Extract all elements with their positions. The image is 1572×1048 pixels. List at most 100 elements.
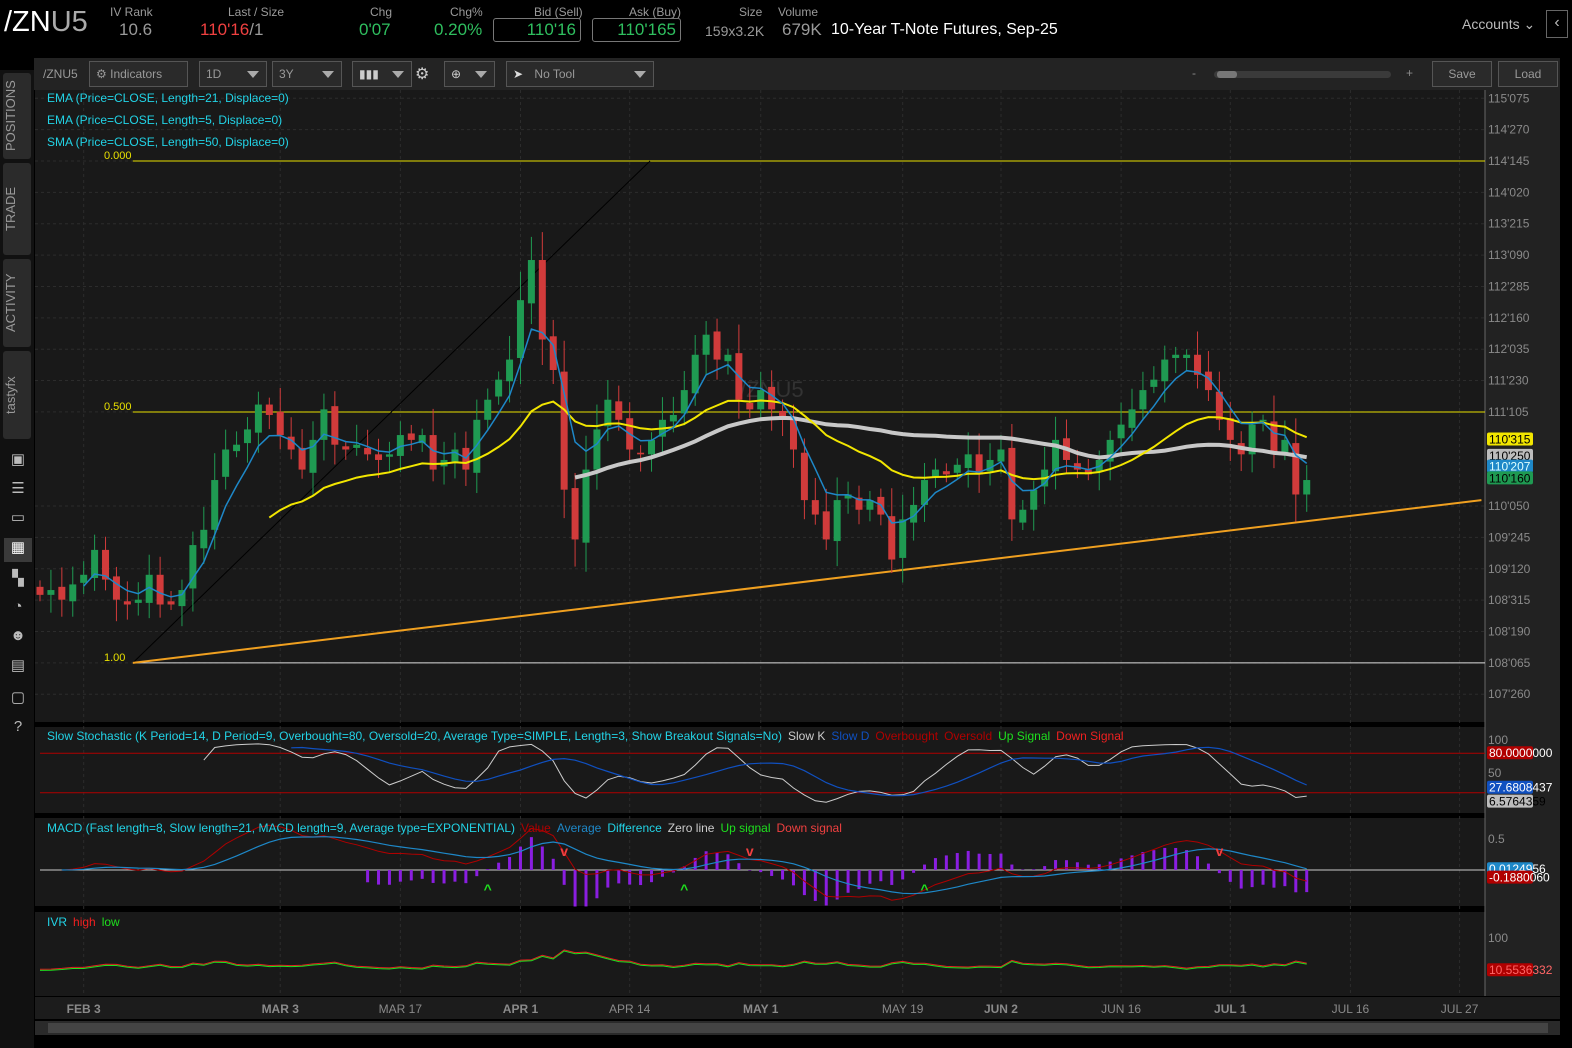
legend-ivr[interactable]: IVRhighlow — [47, 915, 126, 929]
macd-badge: -0.1880060 — [1489, 871, 1550, 885]
candle-body — [539, 260, 546, 339]
candle-body — [451, 450, 458, 462]
candle-body — [1019, 510, 1026, 523]
scrollbar-thumb[interactable] — [48, 1023, 1548, 1033]
macd-downsignal: Down signal — [777, 821, 842, 835]
price-tick-label: 107'260 — [1488, 687, 1531, 701]
candle-body — [353, 445, 360, 448]
price-tick-label: 108'190 — [1488, 624, 1531, 638]
candle-body — [637, 453, 644, 455]
price-tick-label: 109'245 — [1488, 530, 1531, 544]
price-chart[interactable]: 115'075114'270114'145114'020113'215113'0… — [0, 0, 1572, 1048]
candle-body — [593, 429, 600, 469]
stoch-title: Slow Stochastic (K Period=14, D Period=9… — [47, 729, 782, 743]
candle-body — [703, 335, 710, 355]
candle-body — [997, 450, 1004, 462]
candle-body — [1183, 355, 1190, 358]
candle-body — [113, 576, 120, 599]
macd-up-signal-icon: ^ — [680, 881, 688, 897]
candle-body — [670, 415, 677, 421]
macd-difference: Difference — [607, 821, 661, 835]
price-tick-label: 112'285 — [1488, 279, 1530, 293]
candle-body — [168, 601, 175, 604]
candle-body — [80, 575, 87, 583]
legend-ema21[interactable]: EMA (Price=CLOSE, Length=21, Displace=0) — [47, 91, 289, 105]
stoch-tick-label: 100 — [1488, 733, 1508, 747]
candle-body — [1150, 380, 1157, 387]
candle-body — [124, 601, 131, 604]
candle-body — [615, 401, 622, 419]
candle-body — [1139, 390, 1146, 409]
stoch-downsignal: Down Signal — [1056, 729, 1123, 743]
candle-body — [583, 470, 590, 543]
macd-down-signal-icon: v — [746, 843, 754, 859]
candle-body — [834, 500, 841, 541]
candle-body — [200, 530, 207, 548]
candle-body — [812, 500, 819, 514]
stoch-tick-label: 50 — [1488, 766, 1502, 780]
candle-body — [157, 575, 164, 605]
price-tick-label: 114'145 — [1488, 154, 1530, 168]
macd-value: Value — [521, 821, 551, 835]
price-tick-label: 112'035 — [1488, 342, 1530, 356]
candle-body — [801, 453, 808, 500]
candle-body — [965, 454, 972, 468]
date-tick-label: JUN 16 — [1101, 1002, 1141, 1016]
candle-body — [211, 480, 218, 530]
macd-down-signal-icon: v — [560, 843, 568, 859]
macd-up-signal-icon: ^ — [484, 881, 492, 897]
macd-title: MACD (Fast length=8, Slow length=21, MAC… — [47, 821, 515, 835]
price-tick-label: 111'105 — [1488, 405, 1529, 419]
candle-body — [1260, 420, 1267, 422]
fib-label: 0.500 — [104, 401, 132, 413]
candle-body — [648, 440, 655, 454]
price-tick-label: 111'230 — [1488, 374, 1529, 388]
candle-body — [1281, 440, 1288, 453]
candle-body — [266, 405, 273, 415]
candle-body — [1172, 355, 1179, 358]
legend-stochastic[interactable]: Slow Stochastic (K Period=14, D Period=9… — [47, 729, 1130, 743]
candle-body — [823, 511, 830, 539]
legend-ema5[interactable]: EMA (Price=CLOSE, Length=5, Displace=0) — [47, 113, 282, 127]
price-tick-label: 108'065 — [1488, 656, 1531, 670]
candle-body — [364, 448, 371, 454]
candle-body — [943, 471, 950, 474]
candle-body — [1129, 409, 1136, 427]
candle-body — [233, 445, 240, 451]
price-tick-label: 112'160 — [1488, 311, 1530, 325]
macd-tick-label: 0.5 — [1488, 832, 1505, 846]
candle-body — [1303, 480, 1310, 494]
candle-body — [1030, 490, 1037, 510]
candle-body — [714, 331, 721, 359]
candle-body — [135, 600, 142, 603]
candle-body — [954, 465, 961, 473]
fib-label: 1.00 — [104, 652, 125, 664]
ivr-tick-label: 100 — [1488, 931, 1508, 945]
fib-label: 0.000 — [104, 150, 132, 162]
candle-body — [1118, 425, 1125, 439]
candle-body — [724, 355, 731, 361]
price-tick-label: 115'075 — [1488, 91, 1530, 105]
stoch-slowd: Slow D — [831, 729, 869, 743]
candle-body — [178, 590, 185, 606]
legend-macd[interactable]: MACD (Fast length=8, Slow length=21, MAC… — [47, 821, 848, 835]
price-badge: 110'315 — [1489, 433, 1531, 447]
candle-body — [932, 470, 939, 477]
legend-sma50[interactable]: SMA (Price=CLOSE, Length=50, Displace=0) — [47, 135, 289, 149]
ivr-panel — [35, 912, 1485, 996]
candle-body — [408, 433, 415, 439]
stoch-upsignal: Up Signal — [998, 729, 1050, 743]
candle-body — [495, 380, 502, 397]
date-tick-label: JUL 27 — [1441, 1002, 1479, 1016]
candle-body — [484, 400, 491, 420]
stoch-slowk: Slow K — [788, 729, 825, 743]
candle-body — [604, 400, 611, 426]
candle-body — [528, 260, 535, 303]
price-tick-label: 114'020 — [1488, 185, 1530, 199]
candle-body — [37, 587, 44, 595]
price-badge: 110'160 — [1489, 471, 1531, 485]
candle-body — [899, 519, 906, 558]
price-tick-label: 113'090 — [1488, 248, 1530, 262]
price-tick-label: 109'120 — [1488, 562, 1531, 576]
price-tick-label: 108'315 — [1488, 593, 1531, 607]
